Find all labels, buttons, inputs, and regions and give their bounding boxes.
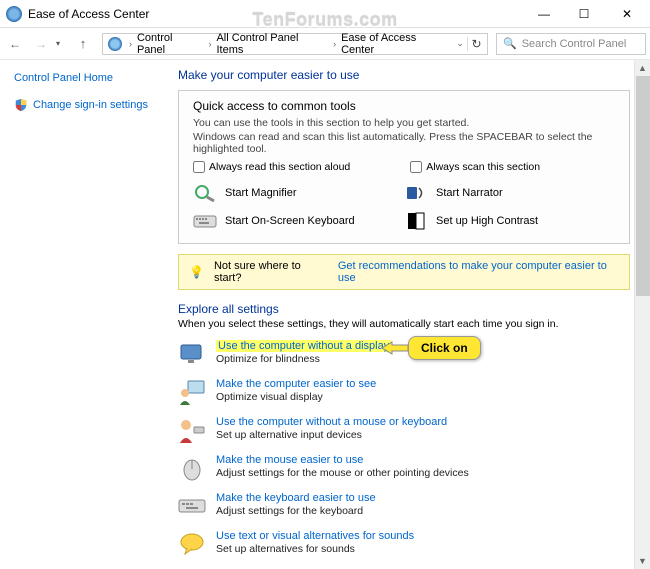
chevron-right-icon: ›: [329, 39, 340, 49]
setting-without-mouse-keyboard: Use the computer without a mouse or keyb…: [178, 416, 630, 444]
maximize-button[interactable]: ☐: [564, 0, 604, 28]
narrator-icon: [404, 183, 428, 203]
start-magnifier-link[interactable]: Start Magnifier: [193, 183, 404, 203]
setting-link[interactable]: Use text or visual alternatives for soun…: [216, 530, 414, 542]
scroll-down-button[interactable]: ▼: [635, 553, 650, 569]
scrollbar[interactable]: ▲ ▼: [634, 60, 650, 569]
contrast-icon: [404, 211, 428, 231]
start-narrator-link[interactable]: Start Narrator: [404, 183, 615, 203]
hint-text: Not sure where to start?: [214, 260, 328, 284]
hint-bar: 💡 Not sure where to start? Get recommend…: [178, 254, 630, 290]
setting-keyboard-easier: Make the keyboard easier to use Adjust s…: [178, 492, 630, 520]
always-read-checkbox[interactable]: Always read this section aloud: [193, 161, 350, 173]
setting-link[interactable]: Make the mouse easier to use: [216, 454, 363, 466]
breadcrumb-dropdown[interactable]: ⌄: [453, 38, 467, 49]
quick-access-help2: Windows can read and scan this list auto…: [193, 131, 615, 155]
explore-section: Explore all settings When you select the…: [178, 302, 630, 569]
setting-link[interactable]: Use the computer without a display: [216, 340, 391, 352]
callout: Click on: [408, 336, 481, 360]
explore-heading: Explore all settings: [178, 302, 630, 316]
setting-desc: Set up alternatives for sounds: [216, 543, 414, 555]
always-scan-checkbox[interactable]: Always scan this section: [410, 161, 540, 173]
hint-link[interactable]: Get recommendations to make your compute…: [338, 260, 619, 284]
breadcrumb-icon: [108, 37, 122, 51]
setting-link[interactable]: Make the computer easier to see: [216, 378, 376, 390]
setting-desc: Set up alternative input devices: [216, 429, 447, 441]
scroll-thumb[interactable]: [636, 76, 650, 296]
quick-access-help1: You can use the tools in this section to…: [193, 117, 615, 129]
nav-bar: ← → ▾ ↑ › Control Panel › All Control Pa…: [0, 28, 650, 60]
page-heading: Make your computer easier to use: [178, 68, 630, 82]
callout-arrow-icon: [382, 340, 408, 356]
minimize-button[interactable]: —: [524, 0, 564, 28]
lightbulb-icon: 💡: [189, 265, 204, 279]
start-osk-link[interactable]: Start On-Screen Keyboard: [193, 211, 404, 231]
breadcrumb-item[interactable]: Ease of Access Center: [340, 32, 453, 56]
content-area: Make your computer easier to use Quick a…: [170, 60, 650, 569]
magnifier-icon: [193, 183, 217, 203]
search-input[interactable]: 🔍 Search Control Panel: [496, 33, 646, 55]
quick-access-box: Quick access to common tools You can use…: [178, 90, 630, 244]
speech-bubble-icon: [178, 530, 206, 558]
title-bar: Ease of Access Center — ☐ ✕: [0, 0, 650, 28]
monitor-off-icon: [178, 340, 206, 368]
shield-icon: [14, 98, 28, 112]
forward-button[interactable]: →: [30, 33, 52, 55]
breadcrumb-item[interactable]: All Control Panel Items: [215, 32, 329, 56]
high-contrast-link[interactable]: Set up High Contrast: [404, 211, 615, 231]
keyboard-icon: [178, 492, 206, 520]
sidebar: Control Panel Home Change sign-in settin…: [0, 60, 170, 569]
recent-dropdown[interactable]: ▾: [56, 39, 68, 48]
refresh-button[interactable]: ↻: [467, 37, 485, 51]
search-icon: 🔍: [503, 37, 517, 50]
window-title: Ease of Access Center: [28, 7, 149, 21]
up-button[interactable]: ↑: [72, 33, 94, 55]
scroll-up-button[interactable]: ▲: [635, 60, 650, 76]
control-panel-icon: [6, 6, 22, 22]
setting-desc: Adjust settings for the mouse or other p…: [216, 467, 469, 479]
change-signin-link[interactable]: Change sign-in settings: [14, 98, 164, 112]
person-input-icon: [178, 416, 206, 444]
explore-subtext: When you select these settings, they wil…: [178, 318, 630, 330]
search-placeholder: Search Control Panel: [522, 38, 627, 50]
breadcrumb[interactable]: › Control Panel › All Control Panel Item…: [102, 33, 488, 55]
setting-sound-alternatives: Use text or visual alternatives for soun…: [178, 530, 630, 558]
callout-text: Click on: [408, 336, 481, 360]
setting-link[interactable]: Use the computer without a mouse or keyb…: [216, 416, 447, 428]
setting-desc: Optimize for blindness: [216, 353, 391, 365]
chevron-right-icon: ›: [204, 39, 215, 49]
back-button[interactable]: ←: [4, 33, 26, 55]
mouse-icon: [178, 454, 206, 482]
quick-access-title: Quick access to common tools: [193, 99, 615, 113]
setting-easier-to-see: Make the computer easier to see Optimize…: [178, 378, 630, 406]
setting-mouse-easier: Make the mouse easier to use Adjust sett…: [178, 454, 630, 482]
breadcrumb-item[interactable]: Control Panel: [136, 32, 205, 56]
setting-desc: Adjust settings for the keyboard: [216, 505, 376, 517]
person-monitor-icon: [178, 378, 206, 406]
control-panel-home-link[interactable]: Control Panel Home: [14, 72, 164, 84]
keyboard-icon: [193, 211, 217, 231]
chevron-right-icon: ›: [125, 39, 136, 49]
setting-desc: Optimize visual display: [216, 391, 376, 403]
setting-link[interactable]: Make the keyboard easier to use: [216, 492, 376, 504]
setting-without-display: Use the computer without a display Optim…: [178, 340, 630, 368]
close-button[interactable]: ✕: [604, 0, 650, 28]
